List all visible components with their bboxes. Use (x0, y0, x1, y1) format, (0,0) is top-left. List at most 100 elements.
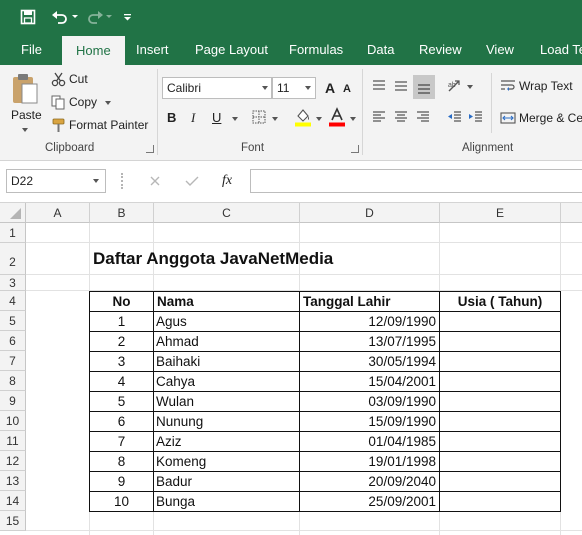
cell-usia[interactable] (440, 452, 560, 472)
tab-data[interactable]: Data (367, 34, 394, 65)
column-header-a[interactable]: A (26, 203, 90, 223)
copy-icon[interactable] (50, 94, 66, 110)
cell-nama[interactable]: Bunga (156, 492, 298, 512)
font-name-box[interactable]: Calibri (162, 77, 272, 99)
cell-no[interactable]: 10 (90, 492, 153, 512)
row-header[interactable]: 2 (0, 243, 26, 275)
bold-button[interactable]: B (167, 110, 176, 125)
wrap-text-button[interactable]: Wrap Text (519, 79, 573, 93)
row-header[interactable]: 6 (0, 331, 26, 351)
column-header-b[interactable]: B (90, 203, 154, 223)
cell-tanggal-lahir[interactable]: 03/09/1990 (300, 392, 436, 412)
increase-font-size-icon[interactable]: A (322, 77, 338, 99)
sheet-title[interactable]: Daftar Anggota JavaNetMedia (93, 249, 333, 269)
formula-bar-grip[interactable] (121, 173, 123, 189)
align-left-icon[interactable] (369, 107, 389, 127)
cell-tanggal-lahir[interactable]: 12/09/1990 (300, 312, 436, 332)
row-header[interactable]: 8 (0, 371, 26, 391)
cancel-icon[interactable] (145, 171, 165, 191)
row-header[interactable]: 5 (0, 311, 26, 331)
cell-no[interactable]: 7 (90, 432, 153, 452)
cell-no[interactable]: 3 (90, 352, 153, 372)
underline-button[interactable]: U (212, 110, 221, 125)
insert-function-button[interactable]: fx (222, 173, 232, 189)
undo-dropdown-icon[interactable] (70, 0, 80, 34)
row-header[interactable]: 14 (0, 491, 26, 511)
row-header[interactable]: 4 (0, 291, 26, 311)
header-nama[interactable]: Nama (157, 292, 297, 312)
row-header[interactable]: 11 (0, 431, 26, 451)
cut-icon[interactable] (50, 71, 66, 87)
cell-nama[interactable]: Komeng (156, 452, 298, 472)
cut-button[interactable]: Cut (69, 72, 88, 86)
tab-view[interactable]: View (486, 34, 514, 65)
cell-usia[interactable] (440, 312, 560, 332)
cell-no[interactable]: 8 (90, 452, 153, 472)
tab-home[interactable]: Home (62, 36, 125, 65)
header-usia[interactable]: Usia ( Tahun) (440, 292, 560, 312)
cell-nama[interactable]: Aziz (156, 432, 298, 452)
header-tanggal-lahir[interactable]: Tanggal Lahir (303, 292, 438, 312)
cell-no[interactable]: 9 (90, 472, 153, 492)
decrease-indent-icon[interactable] (445, 107, 465, 127)
cell-nama[interactable]: Agus (156, 312, 298, 332)
cell-tanggal-lahir[interactable]: 19/01/1998 (300, 452, 436, 472)
cell-no[interactable]: 2 (90, 332, 153, 352)
paste-icon[interactable] (8, 71, 42, 107)
font-color-icon[interactable] (328, 107, 346, 127)
row-header[interactable]: 3 (0, 275, 26, 291)
increase-indent-icon[interactable] (466, 107, 486, 127)
undo-icon[interactable] (48, 0, 72, 34)
cell-no[interactable]: 4 (90, 372, 153, 392)
cell-nama[interactable]: Ahmad (156, 332, 298, 352)
tab-review[interactable]: Review (419, 34, 462, 65)
cell-usia[interactable] (440, 372, 560, 392)
cell-usia[interactable] (440, 332, 560, 352)
tab-file[interactable]: File (21, 34, 42, 65)
font-color-dropdown-icon[interactable] (350, 117, 356, 121)
column-header-d[interactable]: D (300, 203, 440, 223)
cell-usia[interactable] (440, 412, 560, 432)
fill-color-icon[interactable] (294, 107, 312, 127)
row-header[interactable]: 7 (0, 351, 26, 371)
row-header[interactable]: 12 (0, 451, 26, 471)
column-header-e[interactable]: E (440, 203, 561, 223)
tab-page-layout[interactable]: Page Layout (195, 34, 268, 65)
name-box[interactable]: D22 (6, 169, 106, 193)
paste-label[interactable]: Paste (11, 108, 42, 122)
merge-center-icon[interactable] (499, 109, 517, 127)
redo-icon[interactable] (84, 0, 106, 34)
enter-icon[interactable] (182, 171, 202, 191)
wrap-text-icon[interactable] (499, 77, 517, 95)
row-header[interactable]: 1 (0, 223, 26, 243)
borders-dropdown-icon[interactable] (272, 117, 278, 121)
column-header-f[interactable] (561, 203, 582, 223)
borders-icon[interactable] (251, 109, 267, 125)
row-header[interactable]: 15 (0, 511, 26, 531)
clipboard-launcher-icon[interactable] (146, 145, 154, 153)
column-header-c[interactable]: C (154, 203, 300, 223)
orientation-icon[interactable]: ab (445, 75, 465, 97)
redo-dropdown-icon[interactable] (104, 0, 114, 34)
fill-color-dropdown-icon[interactable] (316, 117, 322, 121)
cell-tanggal-lahir[interactable]: 20/09/2040 (300, 472, 436, 492)
font-size-dropdown-icon[interactable] (305, 86, 311, 90)
save-icon[interactable] (14, 0, 42, 34)
merge-center-button[interactable]: Merge & Ce (519, 111, 582, 125)
cell-tanggal-lahir[interactable]: 13/07/1995 (300, 332, 436, 352)
cell-usia[interactable] (440, 492, 560, 512)
cell-tanggal-lahir[interactable]: 25/09/2001 (300, 492, 436, 512)
decrease-font-size-icon[interactable]: A (340, 79, 354, 99)
cell-tanggal-lahir[interactable]: 15/09/1990 (300, 412, 436, 432)
header-no[interactable]: No (90, 292, 153, 312)
cell-usia[interactable] (440, 432, 560, 452)
orientation-dropdown-icon[interactable] (467, 85, 473, 89)
middle-align-icon[interactable] (391, 75, 411, 97)
paste-dropdown-icon[interactable] (22, 128, 28, 132)
cell-no[interactable]: 5 (90, 392, 153, 412)
copy-button[interactable]: Copy (69, 95, 97, 109)
cell-nama[interactable]: Cahya (156, 372, 298, 392)
bottom-align-icon[interactable] (413, 75, 435, 99)
tab-insert[interactable]: Insert (136, 34, 169, 65)
top-align-icon[interactable] (369, 75, 389, 97)
